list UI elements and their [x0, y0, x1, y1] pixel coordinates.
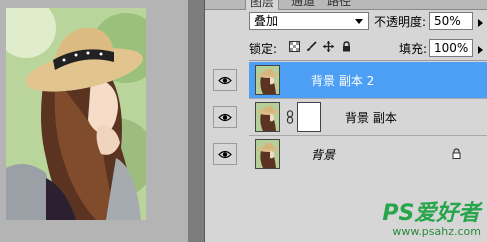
lock-transparency-icon[interactable] — [289, 41, 300, 52]
eye-icon — [218, 113, 232, 121]
layer-row[interactable]: 背景 副本 — [213, 99, 487, 136]
visibility-toggle[interactable] — [205, 99, 245, 135]
visibility-toggle[interactable] — [205, 136, 245, 172]
tab-layers[interactable]: 图层 — [245, 0, 280, 10]
move-icon[interactable] — [323, 41, 334, 52]
chevron-down-icon — [355, 19, 363, 24]
chevron-right-icon[interactable] — [478, 19, 483, 27]
layers-panel: 图层 通道 路径 叠加 不透明度: 50% 锁定: 填充: 100% 背景 副本… — [205, 0, 487, 242]
fill-value: 100% — [434, 41, 469, 55]
fill-field[interactable]: 100% — [429, 39, 483, 57]
watermark-brand: PS爱好者 — [382, 201, 481, 226]
visibility-toggle[interactable] — [205, 62, 245, 98]
brush-icon[interactable] — [306, 41, 317, 52]
layer-row[interactable]: 背景 副本 2 — [213, 62, 487, 99]
lock-label: 锁定: — [249, 42, 278, 56]
layer-thumbnail — [255, 102, 280, 132]
divider — [249, 60, 487, 61]
watermark-url: www.psahz.com — [392, 225, 481, 238]
blend-mode-select[interactable]: 叠加 — [249, 12, 369, 30]
fill-label: 填充: — [399, 42, 428, 56]
photo-image — [6, 8, 146, 220]
chevron-right-icon[interactable] — [478, 46, 483, 54]
opacity-label: 不透明度: — [374, 15, 427, 29]
eye-icon — [218, 150, 232, 158]
opacity-field[interactable]: 50% — [429, 12, 483, 30]
panel-tabs: 图层 通道 路径 — [205, 0, 487, 10]
canvas-scroll-edge — [188, 0, 205, 242]
layer-thumbnail — [255, 139, 280, 169]
blend-mode-value: 叠加 — [254, 14, 279, 28]
layer-row[interactable]: 背景 — [213, 136, 487, 173]
opacity-value: 50% — [434, 14, 461, 28]
layer-name[interactable]: 背景 副本 2 — [311, 72, 374, 89]
document-canvas[interactable] — [0, 0, 188, 242]
eye-icon — [218, 76, 232, 84]
lock-icon — [452, 148, 461, 159]
chain-link-icon[interactable] — [286, 110, 294, 124]
layer-mask-thumbnail[interactable] — [297, 102, 321, 132]
lock-row: 锁定: 填充: 100% — [249, 39, 487, 57]
tab-paths[interactable]: 路径 — [323, 0, 355, 9]
layer-name[interactable]: 背景 副本 — [345, 109, 397, 126]
watermark-logo: PS爱好者 www.psahz.com — [382, 201, 481, 239]
lock-all-icon[interactable] — [341, 41, 352, 52]
tab-channels[interactable]: 通道 — [287, 0, 319, 9]
layer-name[interactable]: 背景 — [311, 146, 335, 163]
layer-thumbnail — [255, 65, 280, 95]
